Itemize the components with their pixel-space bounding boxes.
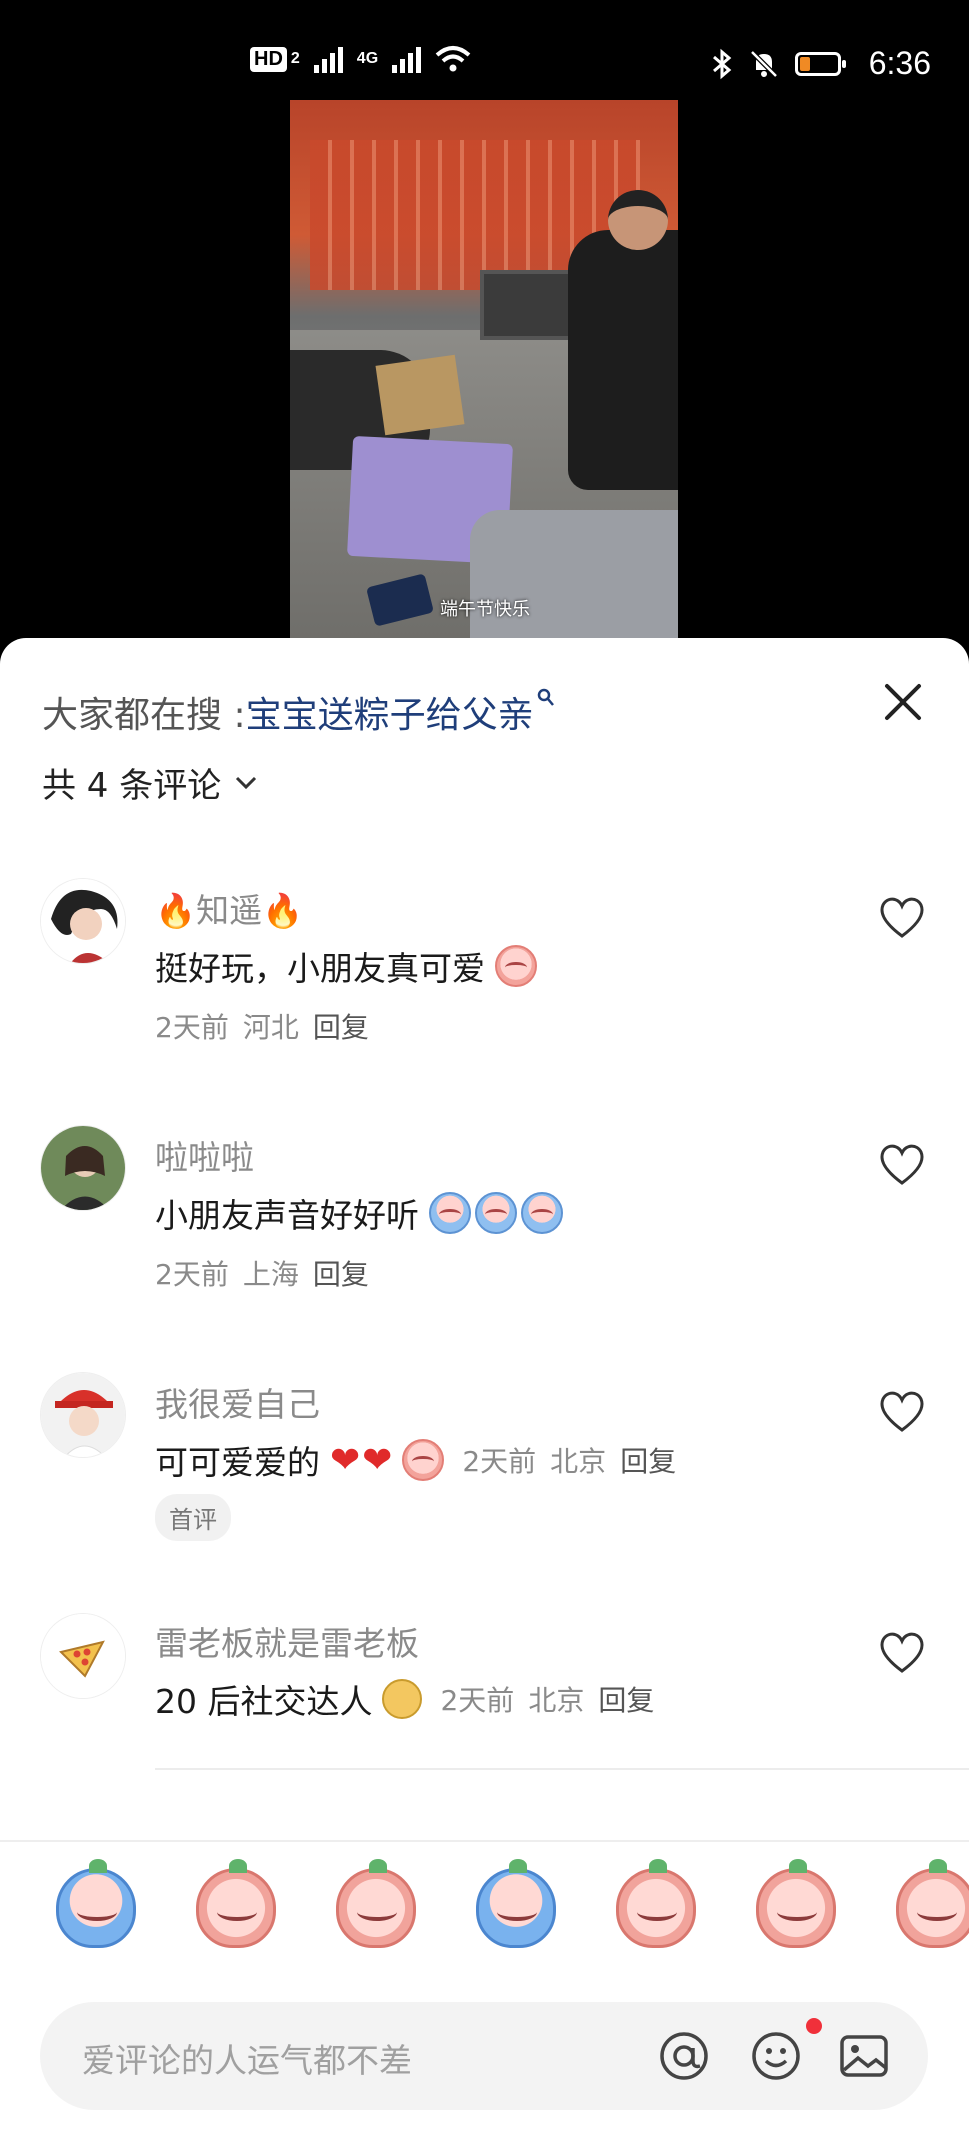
video-person-head [608, 190, 668, 250]
comment-meta: 2天前 北京 回复 [440, 1679, 654, 1719]
crying-sticker-icon [521, 1192, 563, 1234]
video-caption: 端午节快乐 [440, 599, 530, 620]
hd-icon: HD [250, 46, 287, 72]
laugh-cry-sticker-icon[interactable] [476, 1859, 556, 1948]
comment-time: 2天前 [155, 1011, 229, 1044]
comment-time: 2天前 [155, 1258, 229, 1291]
first-comment-badge: 首评 [155, 1494, 231, 1541]
chevron-down-icon [236, 776, 257, 789]
comment-meta: 2天前 上海 回复 [155, 1253, 369, 1293]
fire-icon: 🔥 [262, 891, 304, 930]
status-right: 6:36 [711, 45, 931, 82]
battery-icon [794, 51, 846, 76]
comment-count-sort[interactable]: 共 4 条评论 [42, 758, 257, 807]
comment-text: 挺好玩，小朋友真可爱 [155, 942, 537, 990]
crying-sticker-icon [475, 1192, 517, 1234]
search-suggestion[interactable]: 大家都在搜 : 宝宝送粽子给父亲 [42, 686, 555, 738]
signal-icon [313, 45, 343, 73]
comment-author[interactable]: 雷老板就是雷老板 [155, 1617, 419, 1665]
bluetooth-icon [712, 48, 732, 79]
emoji-icon[interactable] [748, 2028, 804, 2084]
heart-icon[interactable] [877, 1141, 927, 1187]
pout-sticker-icon[interactable] [336, 1859, 416, 1948]
sim-slot-label: 2 [290, 50, 300, 67]
blush-sticker-icon [495, 945, 537, 987]
comment-time: 2天前 [462, 1445, 537, 1478]
kiss-sticker-icon[interactable] [616, 1859, 696, 1948]
crying-sticker-icon [429, 1192, 471, 1234]
shy-sticker-icon[interactable] [196, 1859, 276, 1948]
reply-button[interactable]: 回复 [620, 1440, 676, 1480]
comment-location: 上海 [242, 1258, 299, 1291]
comment-meta: 2天前 北京 回复 [462, 1440, 676, 1480]
comment-input[interactable]: 爱评论的人运气都不差 [40, 2002, 928, 2110]
smile-sticker-icon[interactable] [896, 1859, 969, 1948]
clock: 6:36 [868, 45, 931, 81]
smirk-sticker-icon[interactable] [756, 1859, 836, 1948]
wifi-icon [435, 46, 471, 72]
reply-button[interactable]: 回复 [313, 1253, 369, 1293]
comment-text: 小朋友声音好好听 [155, 1189, 563, 1237]
reply-button[interactable]: 回复 [313, 1006, 369, 1046]
comment-count-label: 共 4 条评论 [42, 766, 222, 806]
close-icon[interactable] [879, 678, 927, 726]
video-person [568, 230, 678, 490]
comment-text: 20 后社交达人 2天前 北京 回复 [155, 1675, 654, 1723]
at-mention-icon[interactable] [656, 2028, 712, 2084]
status-left: HD 2 4G [250, 45, 471, 73]
avatar[interactable] [40, 878, 126, 964]
comment-author[interactable]: 啦啦啦 [155, 1131, 254, 1179]
video-zongzi-bag [375, 354, 465, 436]
comment-location: 河北 [242, 1011, 299, 1044]
comment-author[interactable]: 🔥知遥🔥 [155, 884, 303, 932]
fire-icon: 🔥 [155, 891, 197, 930]
comment-text: 可可爱爱的 ❤ ❤ 2天前 北京 回复 [155, 1439, 677, 1482]
avatar[interactable] [40, 1372, 126, 1458]
comment-input-placeholder: 爱评论的人运气都不差 [82, 2041, 412, 2080]
heart-icon[interactable] [877, 894, 927, 940]
quick-emoji-bar [0, 1840, 969, 1970]
crying-sticker-icon[interactable] [56, 1859, 136, 1948]
search-prefix: 大家都在搜 : [42, 695, 246, 736]
avatar[interactable] [40, 1613, 126, 1699]
signal-icon-2 [392, 45, 422, 73]
notification-dot [806, 2018, 822, 2034]
red-heart-icon: ❤ [330, 1439, 361, 1481]
comment-time: 2天前 [440, 1684, 515, 1717]
chick-sticker-icon [382, 1679, 423, 1719]
status-bar: HD 2 4G 6:36 [0, 0, 969, 110]
pout-sticker-icon [402, 1439, 445, 1481]
comment-location: 北京 [550, 1445, 607, 1478]
image-icon[interactable] [836, 2028, 892, 2084]
search-query-link[interactable]: 宝宝送粽子给父亲 [246, 686, 534, 738]
network-type-label: 4G [356, 50, 379, 67]
comment-location: 北京 [528, 1684, 585, 1717]
mute-bell-icon [749, 49, 778, 78]
reply-button[interactable]: 回复 [598, 1679, 654, 1719]
red-heart-icon: ❤ [362, 1439, 393, 1481]
video-player[interactable]: 端午节快乐 [290, 100, 678, 640]
avatar[interactable] [40, 1125, 126, 1211]
heart-icon[interactable] [877, 1388, 927, 1434]
comment-meta: 2天前 河北 回复 [155, 1006, 369, 1046]
heart-icon[interactable] [877, 1629, 927, 1675]
search-icon [537, 688, 554, 706]
comment-author[interactable]: 我很爱自己 [155, 1378, 320, 1426]
list-end-divider [155, 1768, 969, 1770]
